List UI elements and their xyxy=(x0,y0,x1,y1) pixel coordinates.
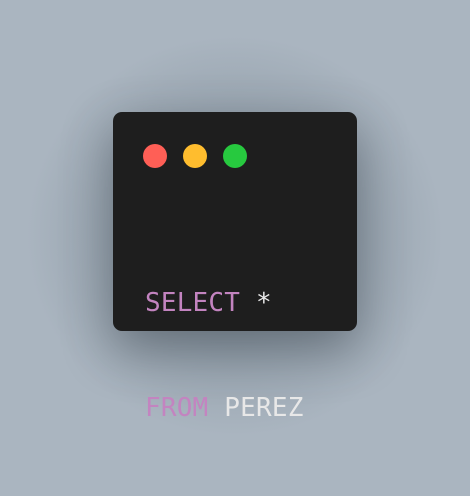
minimize-dot-icon[interactable] xyxy=(183,144,207,168)
code-line-2: FROM PEREZ xyxy=(145,391,304,426)
code-block: SELECT * FROM PEREZ xyxy=(145,216,304,496)
sql-keyword-from: FROM xyxy=(145,393,209,423)
code-window: SELECT * FROM PEREZ xyxy=(113,112,357,423)
code-line-1: SELECT * xyxy=(145,286,304,321)
sql-keyword-select: SELECT xyxy=(145,288,241,318)
maximize-dot-icon[interactable] xyxy=(223,144,247,168)
close-dot-icon[interactable] xyxy=(143,144,167,168)
sql-table-name: PEREZ xyxy=(208,393,304,423)
sql-select-target: * xyxy=(240,288,272,318)
